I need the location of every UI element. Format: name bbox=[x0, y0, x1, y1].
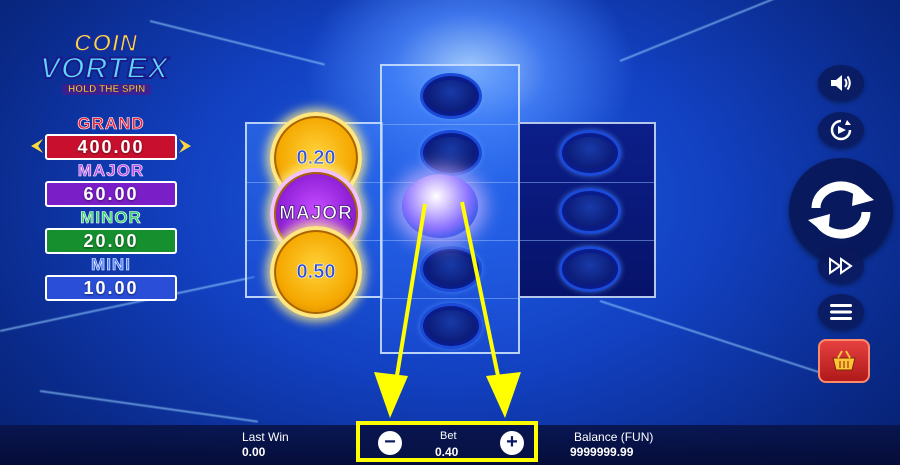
last-win-value: 0.00 bbox=[242, 445, 266, 459]
menu-icon bbox=[830, 304, 852, 320]
menu-button[interactable] bbox=[818, 294, 864, 330]
speaker-icon bbox=[831, 75, 851, 91]
bet-label: Bet bbox=[440, 430, 457, 442]
plus-icon: + bbox=[506, 431, 518, 453]
bet-increase-button[interactable]: + bbox=[500, 431, 524, 455]
bet-value: 0.40 bbox=[435, 445, 459, 459]
balance-value: 9999999.99 bbox=[570, 445, 634, 459]
autoplay-icon bbox=[830, 119, 852, 141]
sound-button[interactable] bbox=[818, 65, 864, 101]
turbo-button[interactable] bbox=[818, 248, 864, 284]
basket-icon bbox=[832, 350, 856, 371]
last-win-label: Last Win bbox=[242, 430, 289, 444]
bet-decrease-button[interactable]: − bbox=[378, 431, 402, 455]
fast-forward-icon bbox=[829, 257, 853, 275]
autoplay-button[interactable] bbox=[818, 112, 864, 148]
spin-icon bbox=[808, 181, 874, 239]
spin-button[interactable] bbox=[789, 158, 893, 262]
annotation-arrows bbox=[374, 201, 521, 418]
balance-label: Balance (FUN) bbox=[574, 430, 654, 444]
buy-feature-button[interactable] bbox=[818, 339, 870, 383]
minus-icon: − bbox=[384, 430, 396, 453]
bet-control: − Bet 0.40 + bbox=[356, 421, 538, 462]
game-screen: COIN VORTEX HOLD THE SPIN GRAND 400.00 M… bbox=[0, 0, 900, 465]
